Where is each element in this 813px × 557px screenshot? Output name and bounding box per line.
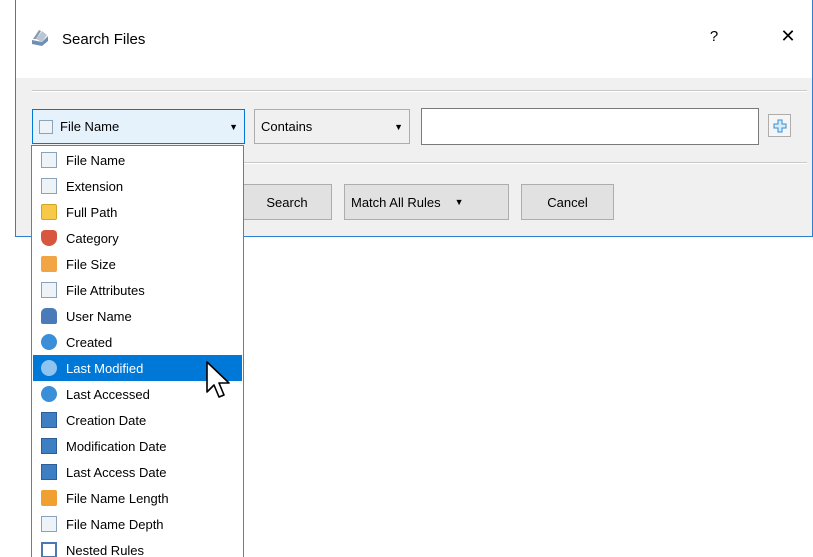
list-item-nested-rules[interactable]: Nested Rules <box>33 537 242 557</box>
plus-icon <box>773 119 786 132</box>
list-item-label: File Name <box>66 152 126 168</box>
folder-icon <box>41 204 57 220</box>
match-mode-label: Match All Rules <box>351 194 441 210</box>
calendar-icon <box>41 464 57 480</box>
close-button[interactable]: ✕ <box>776 26 800 47</box>
file-name-icon <box>41 152 57 168</box>
list-item-creation-date[interactable]: Creation Date <box>33 407 242 433</box>
field-dropdown-list: File Name Extension Full Path Category F… <box>31 145 244 557</box>
list-item-file-name-length[interactable]: File Name Length <box>33 485 242 511</box>
file-name-icon <box>39 119 53 134</box>
list-item-last-access-date[interactable]: Last Access Date <box>33 459 242 485</box>
list-item-label: File Name Depth <box>66 516 164 532</box>
list-item-label: Creation Date <box>66 412 147 428</box>
file-attributes-icon <box>41 282 57 298</box>
list-item-label: Last Accessed <box>66 386 150 402</box>
chevron-down-icon: ▼ <box>229 121 238 132</box>
top-separator <box>32 90 807 92</box>
operator-select-value: Contains <box>261 119 313 134</box>
mouse-pointer-icon <box>206 361 230 398</box>
list-item-file-name-depth[interactable]: File Name Depth <box>33 511 242 537</box>
list-item-label: Extension <box>66 178 124 194</box>
field-select-value: File Name <box>60 119 120 134</box>
search-button-label: Search <box>266 194 308 210</box>
length-icon <box>41 490 57 506</box>
operator-select[interactable]: Contains ▼ <box>254 109 410 144</box>
file-size-icon <box>41 256 57 272</box>
title-bar: Search Files ? ✕ <box>16 0 812 78</box>
cancel-button-label: Cancel <box>547 194 588 210</box>
list-item-file-name[interactable]: File Name <box>33 147 242 173</box>
nested-rules-icon <box>41 542 57 557</box>
list-item-user-name[interactable]: User Name <box>33 303 242 329</box>
clock-icon <box>41 360 57 376</box>
list-item-label: Last Access Date <box>66 464 167 480</box>
list-item-file-size[interactable]: File Size <box>33 251 242 277</box>
add-rule-button[interactable] <box>768 114 791 137</box>
calendar-icon <box>41 438 57 454</box>
list-item-modification-date[interactable]: Modification Date <box>33 433 242 459</box>
extension-icon <box>41 178 57 194</box>
list-item-label: File Size <box>66 256 116 272</box>
field-select[interactable]: File Name ▼ <box>32 109 245 144</box>
list-item-label: File Attributes <box>66 282 145 298</box>
list-item-label: File Name Length <box>66 490 169 506</box>
list-item-label: Nested Rules <box>66 542 145 557</box>
list-item-label: Modification Date <box>66 438 167 454</box>
chevron-down-icon: ▼ <box>394 121 403 132</box>
user-icon <box>41 308 57 324</box>
list-item-created[interactable]: Created <box>33 329 242 355</box>
chevron-down-icon: ▼ <box>454 197 464 207</box>
help-button[interactable]: ? <box>704 28 724 45</box>
cancel-button[interactable]: Cancel <box>521 184 614 220</box>
depth-icon <box>41 516 57 532</box>
list-item-label: Created <box>66 334 113 350</box>
list-item-category[interactable]: Category <box>33 225 242 251</box>
search-text-input[interactable] <box>421 108 759 145</box>
category-icon <box>41 230 57 246</box>
list-item-label: Category <box>66 230 119 246</box>
list-item-file-attributes[interactable]: File Attributes <box>33 277 242 303</box>
list-item-label: Full Path <box>66 204 118 220</box>
clock-icon <box>41 386 57 402</box>
calendar-icon <box>41 412 57 428</box>
list-item-label: Last Modified <box>66 360 144 376</box>
list-item-label: User Name <box>66 308 132 324</box>
search-files-app-icon <box>32 30 48 46</box>
clock-icon <box>41 334 57 350</box>
window-title: Search Files <box>62 31 146 48</box>
match-mode-dropdown[interactable]: Match All Rules ▼ <box>344 184 509 220</box>
list-item-extension[interactable]: Extension <box>33 173 242 199</box>
list-item-full-path[interactable]: Full Path <box>33 199 242 225</box>
